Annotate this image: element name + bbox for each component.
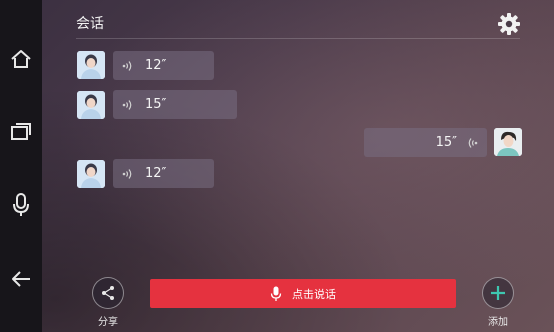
voice-duration: 15″ bbox=[435, 135, 457, 150]
plus-icon bbox=[491, 286, 505, 300]
microphone-icon bbox=[270, 286, 282, 301]
voice-wave-icon bbox=[122, 99, 132, 110]
header: 会话 bbox=[42, 0, 554, 40]
share-icon bbox=[102, 286, 114, 300]
voice-message[interactable]: 12″ bbox=[113, 159, 214, 188]
voice-duration: 12″ bbox=[145, 166, 167, 181]
home-icon[interactable] bbox=[6, 44, 36, 74]
microphone-icon[interactable] bbox=[6, 190, 36, 220]
voice-wave-icon bbox=[122, 168, 132, 179]
avatar[interactable] bbox=[77, 51, 105, 79]
voice-message[interactable]: 15″ bbox=[113, 90, 237, 119]
header-divider bbox=[76, 38, 520, 39]
avatar[interactable] bbox=[77, 160, 105, 188]
sidebar bbox=[0, 0, 42, 332]
add-label: 添加 bbox=[488, 317, 508, 328]
voice-duration: 12″ bbox=[145, 58, 167, 73]
push-to-talk-label: 点击说话 bbox=[292, 287, 336, 301]
avatar[interactable] bbox=[77, 91, 105, 119]
voice-message[interactable]: 12″ bbox=[113, 51, 214, 80]
windows-icon[interactable] bbox=[6, 116, 36, 146]
add-button[interactable] bbox=[482, 277, 514, 309]
back-arrow-icon[interactable] bbox=[6, 264, 36, 294]
share-label: 分享 bbox=[98, 317, 118, 328]
voice-wave-icon bbox=[468, 137, 478, 148]
gear-icon[interactable] bbox=[497, 12, 521, 36]
push-to-talk-button[interactable]: 点击说话 bbox=[150, 279, 456, 308]
voice-message[interactable]: 15″ bbox=[364, 128, 487, 157]
voice-duration: 15″ bbox=[145, 97, 167, 112]
avatar[interactable] bbox=[494, 128, 522, 156]
voice-wave-icon bbox=[122, 60, 132, 71]
share-button[interactable] bbox=[92, 277, 124, 309]
page-title: 会话 bbox=[76, 16, 104, 32]
